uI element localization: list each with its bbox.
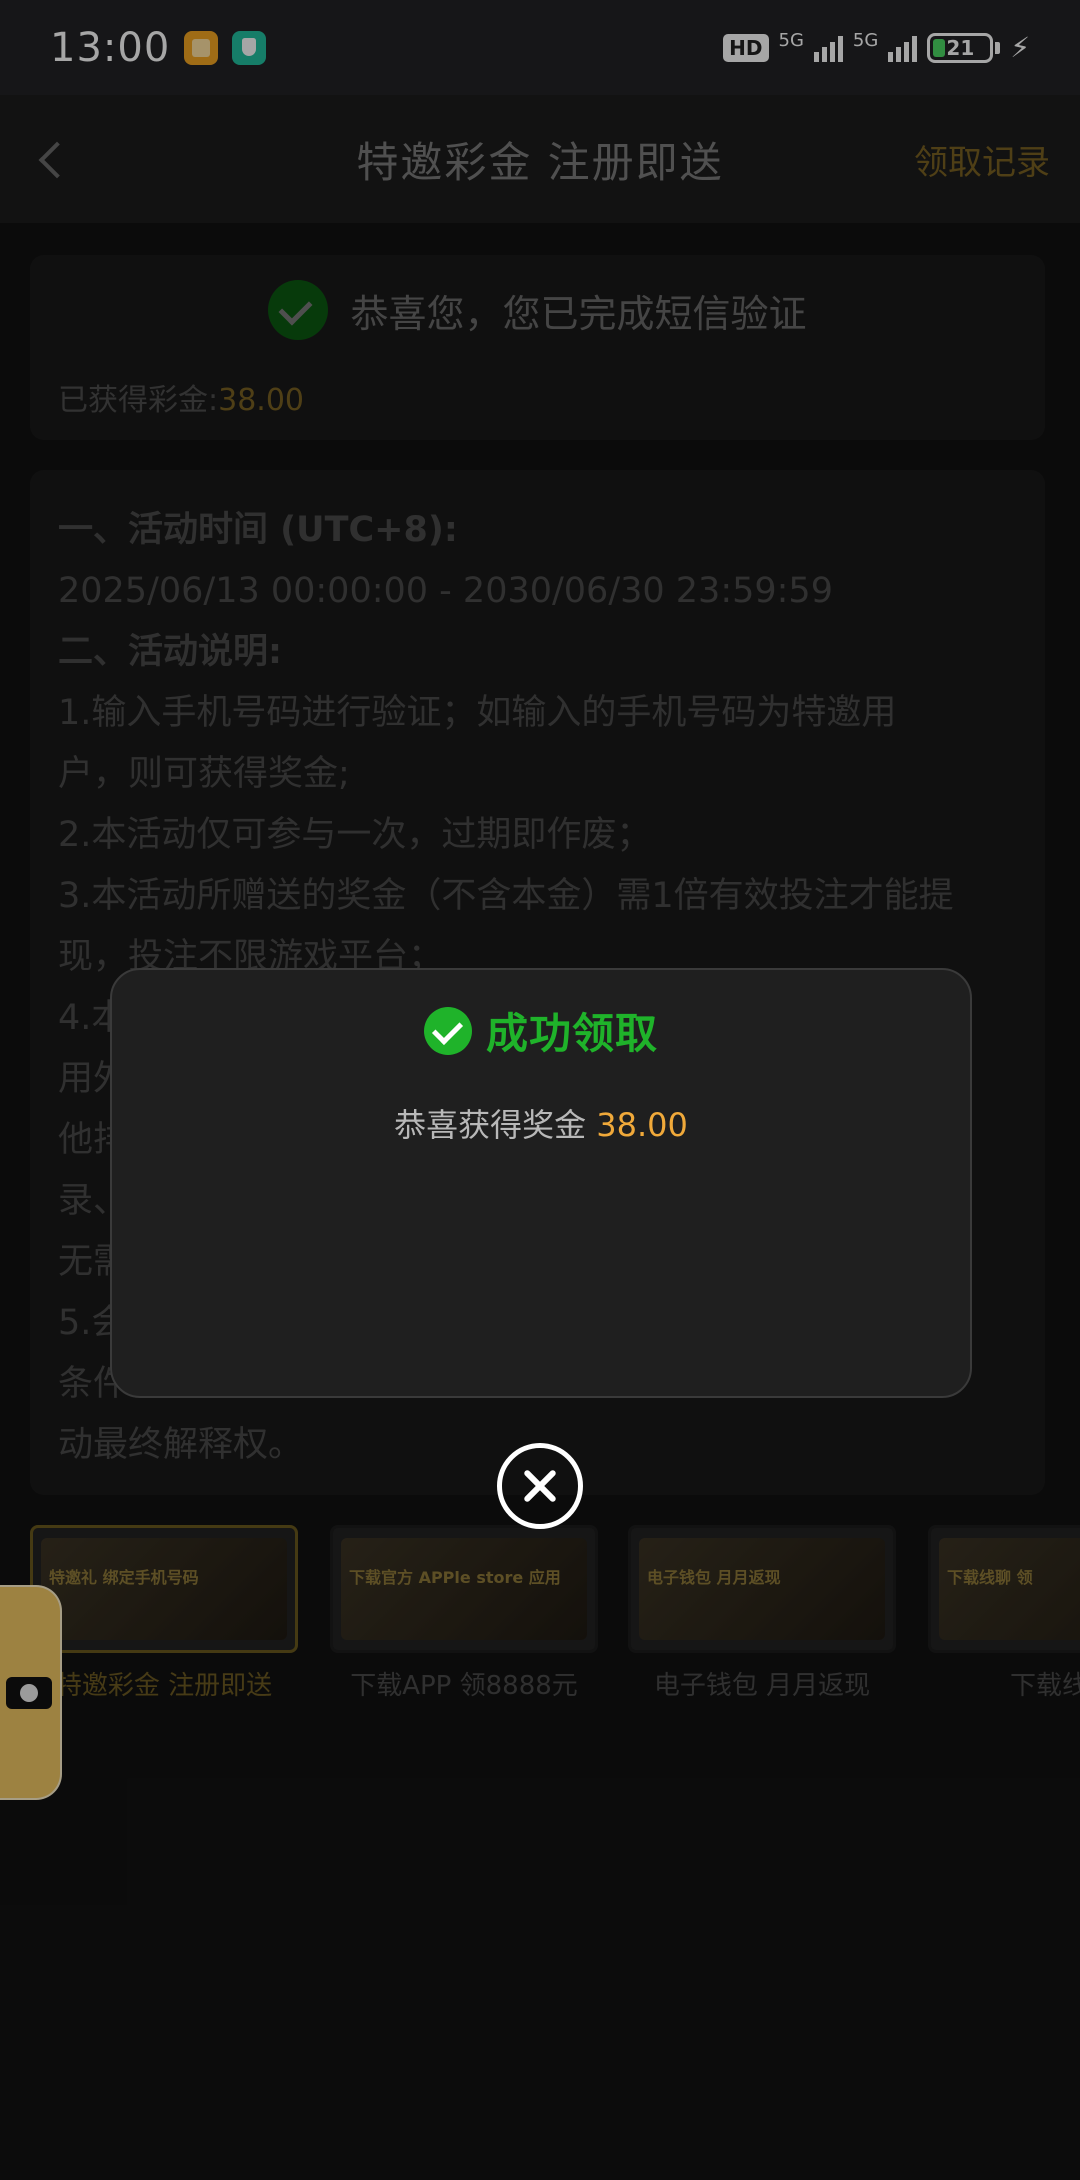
dialog-message-text: 恭喜获得奖金 <box>394 1106 587 1144</box>
dialog-title: 成功领取 <box>485 1009 658 1058</box>
dialog-amount: 38.00 <box>596 1106 688 1144</box>
success-check-icon <box>423 1006 472 1055</box>
dialog-message: 恭喜获得奖金 38.00 <box>112 1100 970 1146</box>
screen: 13:00 HD 5G 5G 21 ⚡ 特邀彩金 注册即送 领取记录 恭喜您，您… <box>0 0 1080 2180</box>
success-dialog: 成功领取 恭喜获得奖金 38.00 <box>110 968 972 1398</box>
close-dialog-button[interactable] <box>497 1443 583 1529</box>
dialog-title-row: 成功领取 <box>112 1000 970 1061</box>
